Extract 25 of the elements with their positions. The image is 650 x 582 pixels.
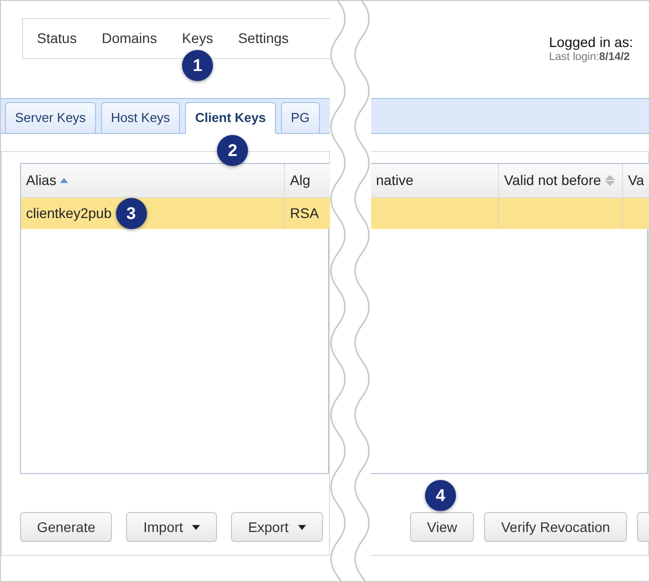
logged-in-label: Logged in as:: [549, 34, 634, 51]
button[interactable]: Import: [126, 512, 218, 542]
button[interactable]: Generate: [20, 512, 112, 542]
table-cell: clientkey2pub 3: [21, 198, 285, 229]
nav-link[interactable]: Settings: [238, 28, 289, 49]
button[interactable]: View: [410, 512, 474, 542]
callout-marker: 4: [425, 480, 456, 511]
tab[interactable]: Client Keys: [185, 102, 276, 134]
column-header[interactable]: Alg: [285, 164, 330, 198]
tab[interactable]: Server Keys: [5, 102, 96, 134]
callout-marker: 1: [182, 50, 213, 81]
last-login-text: Last login:8/14/2: [549, 51, 631, 64]
callout-marker: 3: [116, 198, 147, 229]
column-header[interactable]: native: [371, 164, 499, 198]
button[interactable]: Export: [231, 512, 323, 542]
column-header[interactable]: Valid not before: [499, 164, 623, 198]
button[interactable]: Verify Revocation: [484, 512, 628, 542]
column-header[interactable]: Alias: [21, 164, 285, 198]
tab[interactable]: PG: [280, 102, 320, 134]
callout-marker: 2: [217, 135, 248, 166]
table-cell: RSA: [285, 198, 330, 229]
nav-link[interactable]: Status: [37, 28, 77, 49]
column-header[interactable]: Va: [623, 164, 649, 198]
tab[interactable]: Host Keys: [100, 102, 180, 134]
nav-link[interactable]: Domains: [102, 28, 157, 49]
